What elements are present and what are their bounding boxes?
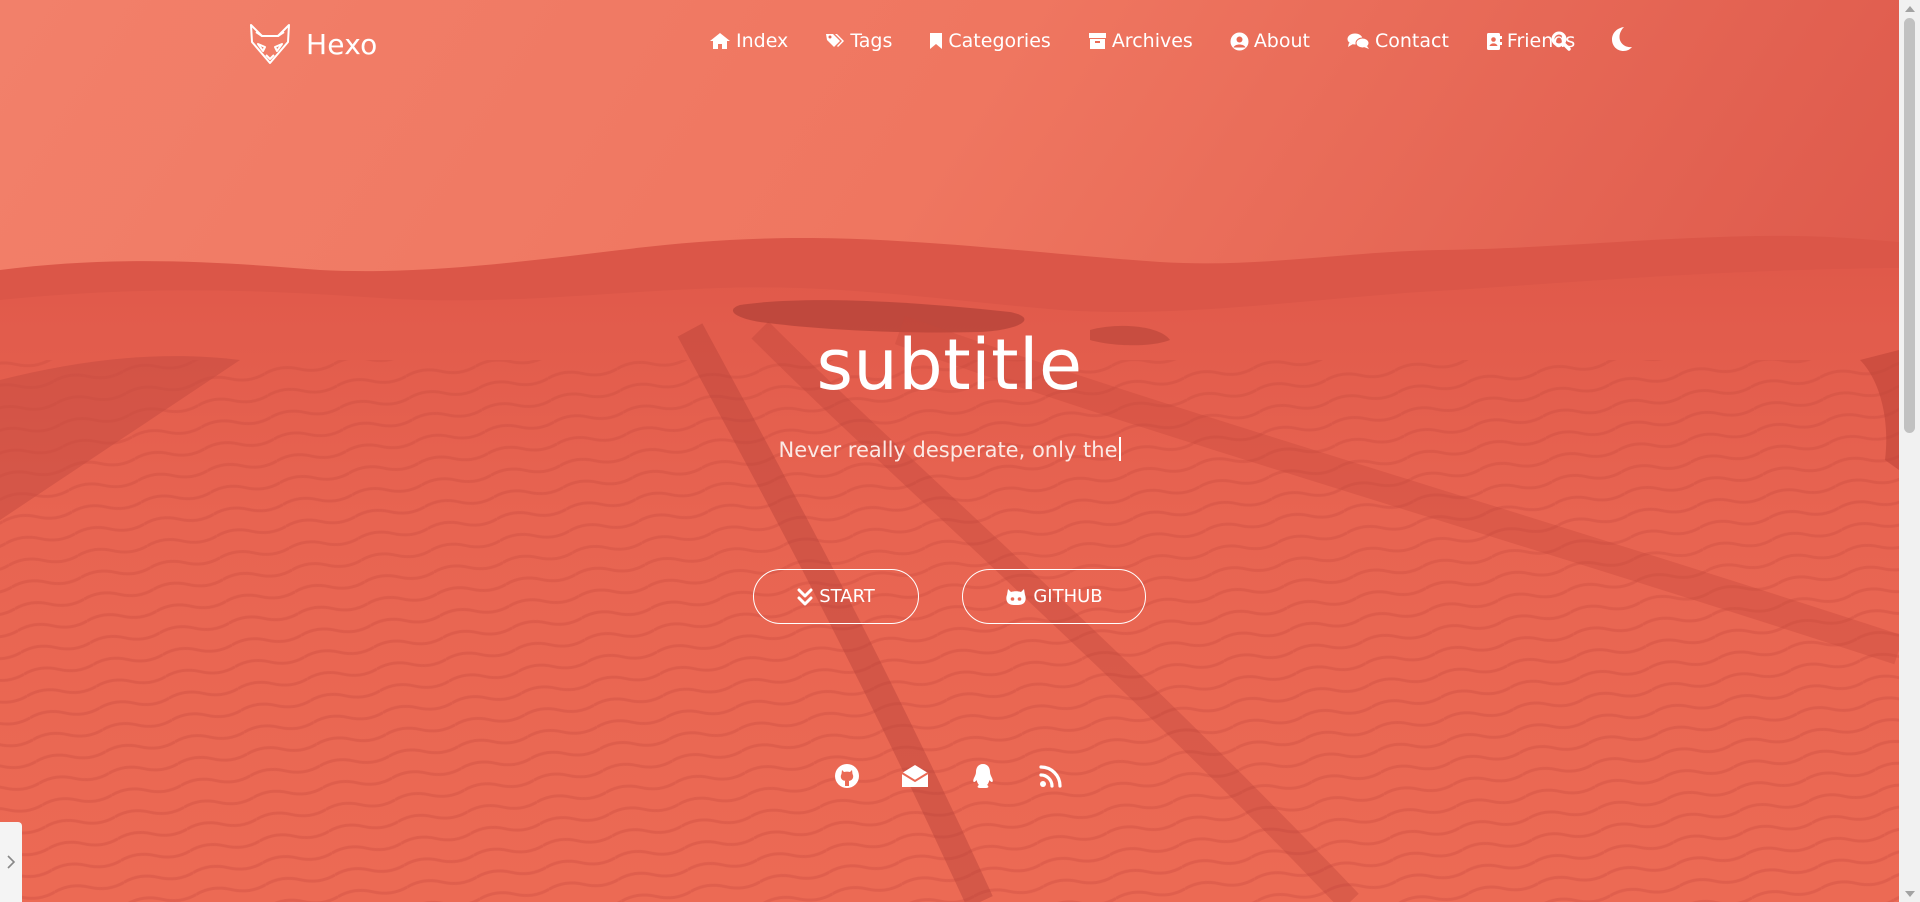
rss-link[interactable] (1036, 762, 1066, 790)
github-link[interactable] (832, 762, 862, 790)
user-circle-icon (1230, 32, 1249, 50)
comments-icon (1347, 33, 1370, 49)
github-icon (835, 764, 859, 788)
search-button[interactable] (1550, 28, 1572, 54)
start-button[interactable]: START (753, 569, 919, 624)
fox-head-logo (250, 24, 290, 64)
archive-box-icon (1088, 33, 1106, 49)
chevron-right-icon (7, 855, 16, 869)
nav-item-label: About (1253, 30, 1310, 52)
envelope-open-icon (901, 765, 929, 787)
nav-item-label: Tags (850, 30, 893, 52)
nav-item-about[interactable]: About (1230, 30, 1310, 52)
nav-item-label: Archives (1111, 30, 1193, 52)
rss-icon (1039, 765, 1062, 788)
scroll-down-arrow[interactable] (1899, 885, 1920, 902)
social-links (832, 762, 1066, 790)
tags-icon (826, 34, 845, 47)
scroll-up-arrow[interactable] (1899, 0, 1920, 17)
address-book-icon (1486, 32, 1502, 50)
email-link[interactable] (900, 762, 930, 790)
brand-link[interactable]: Hexo (248, 20, 377, 68)
github-alt-icon (1006, 588, 1027, 605)
hero-title: subtitle (816, 324, 1083, 406)
navbar: Hexo Index Tags Categories Archives Abou… (0, 0, 1899, 82)
moon-icon (1612, 27, 1632, 51)
hero-typed-subtitle: Never really desperate, only the (0, 435, 1899, 465)
nav-item-label: Contact (1375, 30, 1449, 52)
search-icon (1551, 31, 1571, 51)
theme-toggle-button[interactable] (1607, 24, 1635, 54)
bookmark-icon (930, 33, 943, 49)
angle-double-down-icon (797, 588, 813, 605)
typing-cursor (1118, 437, 1121, 461)
nav-menu: Index Tags Categories Archives About Con… (709, 26, 1612, 56)
nav-item-index[interactable]: Index (709, 30, 788, 52)
nav-item-contact[interactable]: Contact (1347, 30, 1449, 52)
sidebar-toggle-button[interactable] (0, 822, 22, 902)
scrollbar-thumb[interactable] (1904, 18, 1915, 433)
home-icon (710, 33, 730, 49)
nav-item-archives[interactable]: Archives (1088, 30, 1193, 52)
brand-name: Hexo (306, 27, 378, 61)
typed-text: Never really desperate, only the (778, 438, 1118, 462)
github-button-label: GITHUB (1033, 586, 1103, 607)
nav-item-label: Index (736, 30, 789, 52)
github-button[interactable]: GITHUB (962, 569, 1146, 624)
qq-penguin-icon (973, 764, 993, 788)
page-scrollbar[interactable] (1899, 0, 1920, 902)
nav-item-label: Categories (948, 30, 1051, 52)
start-button-label: START (819, 586, 875, 607)
nav-item-tags[interactable]: Tags (825, 30, 892, 52)
qq-link[interactable] (968, 762, 998, 790)
nav-item-categories[interactable]: Categories (929, 30, 1051, 52)
page: Hexo Index Tags Categories Archives Abou… (0, 0, 1920, 902)
